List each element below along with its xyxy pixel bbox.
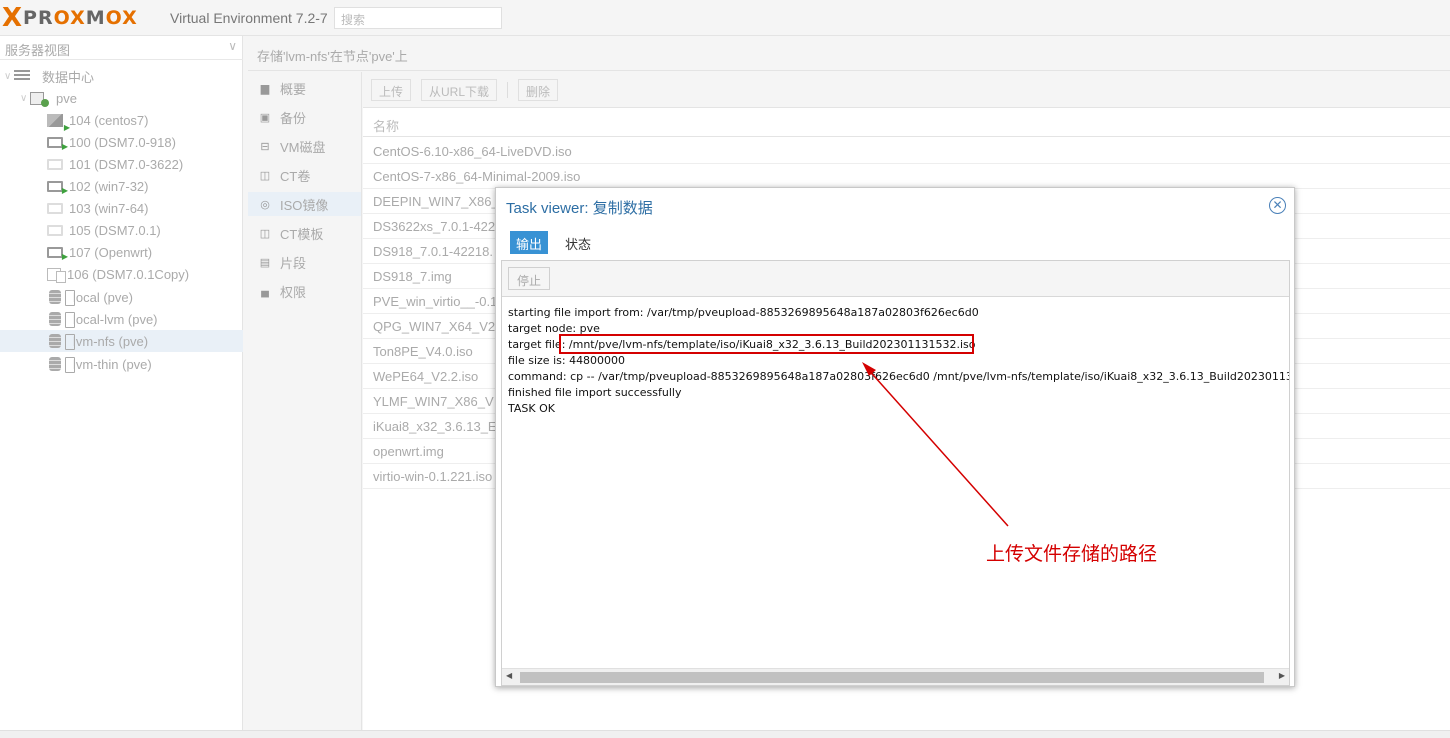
annotation-label: 上传文件存储的路径 xyxy=(986,543,1158,565)
annotation-arrow xyxy=(862,362,1009,527)
